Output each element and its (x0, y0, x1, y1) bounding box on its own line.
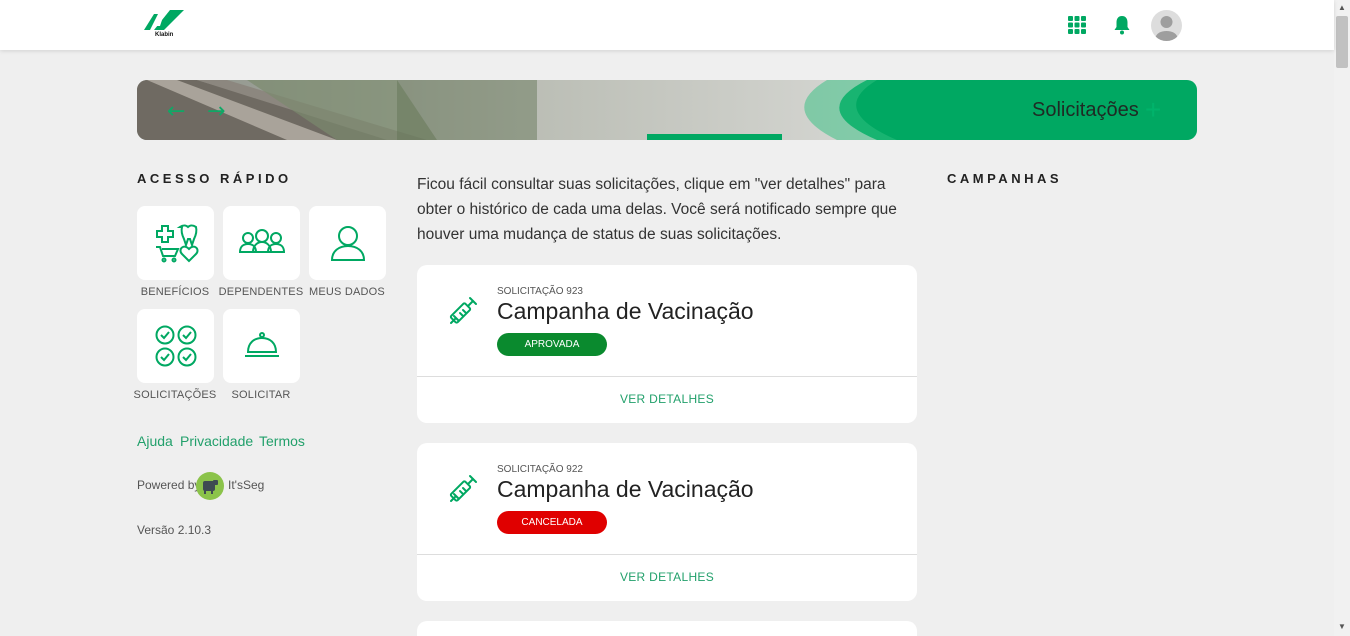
tile-label-meus-dados: MEUS DADOS (309, 286, 385, 298)
privacy-link[interactable]: Privacidade (180, 433, 253, 449)
scroll-thumb[interactable] (1336, 16, 1348, 68)
view-details-link[interactable]: VER DETALHES (417, 570, 917, 584)
itsseg-brand: It'sSeg (228, 478, 265, 492)
intro-text: Ficou fácil consultar suas solicitações,… (417, 176, 897, 243)
tile-beneficios[interactable] (137, 206, 214, 280)
itsseg-logo-icon (196, 472, 224, 500)
quick-access-title: ACESSO RÁPIDO (137, 171, 292, 186)
version-label: Versão 2.10.3 (137, 523, 212, 537)
page-scrollbar[interactable]: ▲ ▼ (1334, 0, 1350, 636)
request-card-partial (417, 621, 917, 636)
bell-icon[interactable] (1111, 14, 1133, 36)
syringe-icon (449, 475, 477, 502)
tile-label-solicitacoes: SOLICITAÇÕES (133, 389, 217, 401)
tile-meus-dados[interactable] (309, 206, 386, 280)
tile-solicitar[interactable] (223, 309, 300, 383)
card-divider (417, 376, 917, 377)
tile-label-solicitar: SOLICITAR (231, 389, 291, 401)
tile-solicitacoes[interactable] (137, 309, 214, 383)
request-card: SOLICITAÇÃO 923 Campanha de Vacinação AP… (417, 265, 917, 423)
dependents-icon (238, 229, 285, 253)
service-bell-icon (244, 332, 279, 357)
terms-link[interactable]: Termos (259, 433, 305, 449)
help-link[interactable]: Ajuda (137, 433, 173, 449)
banner-title: Solicitações (1032, 99, 1139, 121)
tile-label-beneficios: BENEFÍCIOS (140, 286, 210, 298)
user-avatar-icon[interactable] (1151, 10, 1182, 41)
svg-text:←: ← (167, 99, 185, 124)
status-badge: APROVADA (497, 333, 607, 356)
view-details-link[interactable]: VER DETALHES (417, 392, 917, 406)
status-badge: CANCELADA (497, 511, 607, 534)
request-title: Campanha de Vacinação (497, 476, 754, 502)
request-number: SOLICITAÇÃO 922 (497, 464, 583, 475)
tile-dependentes[interactable] (223, 206, 300, 280)
card-divider (417, 554, 917, 555)
syringe-icon (449, 297, 477, 324)
request-number: SOLICITAÇÃO 923 (497, 286, 583, 297)
scroll-up-icon[interactable]: ▲ (1338, 3, 1346, 12)
request-title: Campanha de Vacinação (497, 298, 754, 324)
tile-label-dependentes: DEPENDENTES (218, 286, 304, 298)
campaigns-title: CAMPANHAS (947, 171, 1063, 186)
logo-text: Klabin (155, 32, 174, 38)
user-icon (330, 226, 365, 261)
request-card: SOLICITAÇÃO 922 Campanha de Vacinação CA… (417, 443, 917, 601)
powered-by-label: Powered by (137, 478, 201, 492)
apps-grid-icon[interactable] (1066, 14, 1088, 36)
solicitacoes-banner: ← → Solicitações + (137, 80, 1197, 140)
benefits-icon (155, 224, 198, 263)
scroll-down-icon[interactable]: ▼ (1338, 622, 1346, 631)
checks-icon (155, 325, 196, 367)
top-bar: Klabin (0, 0, 1334, 50)
banner-add-button[interactable]: + (1145, 94, 1161, 126)
svg-text:→: → (207, 99, 225, 124)
